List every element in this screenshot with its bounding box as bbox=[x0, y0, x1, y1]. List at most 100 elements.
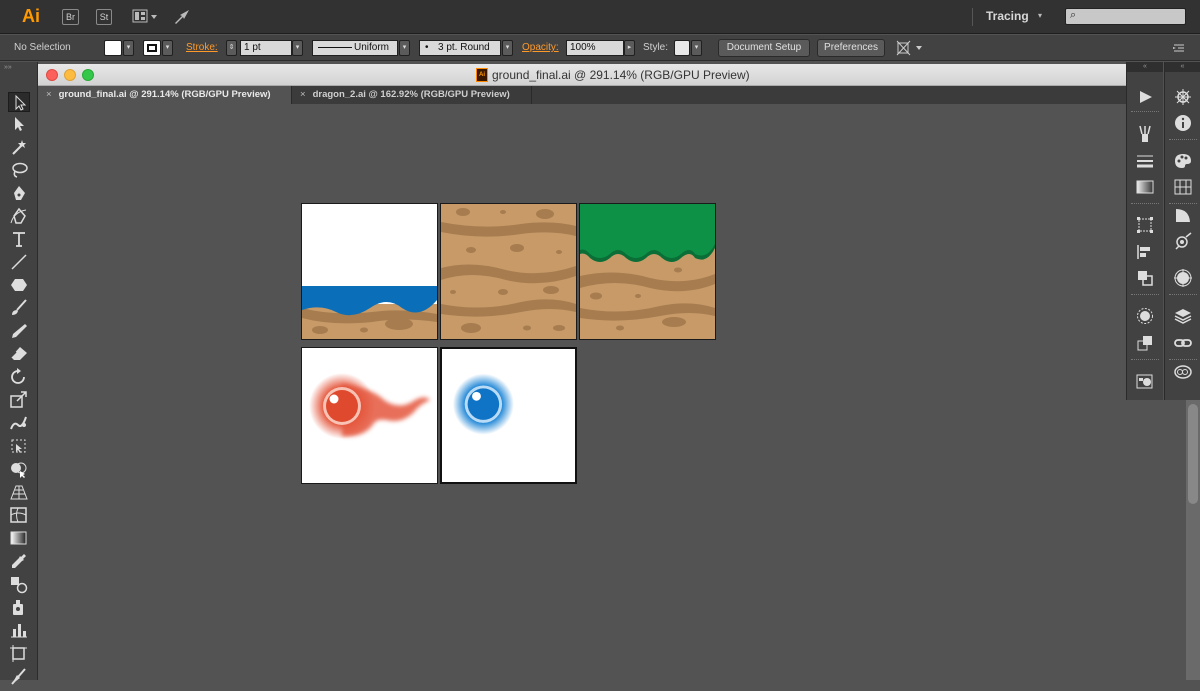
opacity-field[interactable]: 100% bbox=[566, 40, 624, 56]
bridge-button[interactable]: Br bbox=[62, 9, 79, 25]
graphic-style-swatch[interactable] bbox=[674, 40, 690, 56]
panel-menu-icon[interactable] bbox=[1172, 42, 1186, 54]
asset-export-icon[interactable] bbox=[1135, 372, 1155, 390]
dock-collapse-icon[interactable]: « bbox=[1127, 62, 1163, 72]
stroke-weight-stepper[interactable]: ⇕ bbox=[226, 40, 237, 56]
stroke-swatch-dropdown[interactable]: ▾ bbox=[162, 40, 173, 56]
brush-dropdown[interactable]: ▾ bbox=[502, 40, 513, 56]
polygon-tool-icon[interactable] bbox=[8, 275, 30, 295]
transparency-icon[interactable] bbox=[1135, 334, 1155, 352]
fill-dropdown[interactable]: ▾ bbox=[123, 40, 134, 56]
stroke-swatch[interactable] bbox=[143, 40, 161, 56]
actions-play-icon[interactable] bbox=[1135, 88, 1155, 106]
symbol-sprayer-tool-icon[interactable] bbox=[8, 597, 30, 617]
color-palette-icon[interactable] bbox=[1173, 152, 1193, 170]
brush-definition[interactable]: • 3 pt. Round bbox=[419, 40, 501, 56]
color-guide-icon[interactable] bbox=[1173, 206, 1193, 224]
gradient-panel-icon[interactable] bbox=[1135, 178, 1155, 196]
rotate-tool-icon[interactable] bbox=[8, 367, 30, 387]
close-icon[interactable]: × bbox=[300, 89, 306, 100]
align-panel-icon[interactable] bbox=[1135, 243, 1155, 261]
column-graph-tool-icon[interactable] bbox=[8, 620, 30, 640]
illustrator-logo: Ai bbox=[22, 6, 40, 26]
dirt-tile-art bbox=[441, 204, 576, 339]
creative-cloud-libraries-icon[interactable] bbox=[1173, 362, 1193, 380]
swatches-icon[interactable] bbox=[1173, 178, 1193, 196]
align-options-icon[interactable] bbox=[896, 40, 926, 56]
search-input[interactable]: ⌕ bbox=[1065, 8, 1186, 25]
window-title: ground_final.ai @ 291.14% (RGB/GPU Previ… bbox=[492, 68, 750, 82]
magic-wand-tool-icon[interactable] bbox=[8, 137, 30, 157]
lasso-tool-icon[interactable] bbox=[8, 160, 30, 180]
scroll-thumb[interactable] bbox=[1188, 404, 1198, 504]
artboard-water-tile[interactable] bbox=[301, 203, 438, 340]
gradient-tool-icon[interactable] bbox=[8, 528, 30, 548]
document-titlebar: Ai ground_final.ai @ 291.14% (RGB/GPU Pr… bbox=[38, 64, 1126, 86]
zoom-window-button[interactable] bbox=[82, 69, 94, 81]
artboard-dirt-tile[interactable] bbox=[440, 203, 577, 340]
image-trace-icon[interactable] bbox=[1173, 269, 1193, 287]
dock-collapse-icon[interactable]: « bbox=[1165, 62, 1200, 72]
artboard-fireball-sprite[interactable] bbox=[301, 347, 438, 484]
preferences-button[interactable]: Preferences bbox=[817, 39, 885, 57]
artboard-bubble-sprite[interactable] bbox=[440, 347, 577, 484]
stroke-panel-icon[interactable] bbox=[1135, 152, 1155, 170]
stroke-weight-field[interactable]: 1 pt bbox=[240, 40, 292, 56]
close-icon[interactable]: × bbox=[46, 89, 52, 100]
symbols-icon[interactable] bbox=[1173, 88, 1193, 106]
control-bar: No Selection ▾ ▾ Stroke: ⇕ 1 pt ▾ Unifor… bbox=[0, 35, 1200, 61]
arrange-documents-icon[interactable] bbox=[132, 9, 160, 25]
brushes-icon[interactable] bbox=[1135, 124, 1155, 142]
pen-tool-icon[interactable] bbox=[8, 183, 30, 203]
profile-dropdown[interactable]: ▾ bbox=[399, 40, 410, 56]
tab-ground-final[interactable]: × ground_final.ai @ 291.14% (RGB/GPU Prev… bbox=[38, 86, 292, 104]
blend-tool-icon[interactable] bbox=[8, 574, 30, 594]
close-window-button[interactable] bbox=[46, 69, 58, 81]
stroke-panel-link[interactable]: Stroke: bbox=[186, 35, 218, 61]
pathfinder-icon[interactable] bbox=[1135, 269, 1155, 287]
curvature-tool-icon[interactable] bbox=[8, 206, 30, 226]
grass-tile-art bbox=[580, 204, 715, 339]
warp-tool-icon[interactable] bbox=[8, 413, 30, 433]
search-icon: ⌕ bbox=[1070, 9, 1077, 21]
appearance-icon[interactable] bbox=[1135, 307, 1155, 325]
tab-dragon-2[interactable]: × dragon_2.ai @ 162.92% (RGB/GPU Preview) bbox=[292, 86, 532, 104]
application-bar: Ai Br St Tracing ▾ ⌕ bbox=[0, 0, 1200, 34]
links-icon[interactable] bbox=[1173, 334, 1193, 352]
perspective-grid-tool-icon[interactable] bbox=[8, 482, 30, 502]
tools-panel: » » bbox=[0, 62, 38, 685]
gpu-performance-icon[interactable] bbox=[172, 7, 192, 27]
opacity-slider-button[interactable]: ▸ bbox=[624, 40, 635, 56]
eyedropper-tool-icon[interactable] bbox=[8, 551, 30, 571]
canvas[interactable] bbox=[38, 104, 1126, 680]
stock-button[interactable]: St bbox=[96, 9, 112, 25]
layers-icon[interactable] bbox=[1173, 307, 1193, 325]
fill-swatch[interactable] bbox=[104, 40, 122, 56]
shape-builder-tool-icon[interactable] bbox=[8, 459, 30, 479]
direct-selection-tool-icon[interactable] bbox=[8, 114, 30, 134]
chevron-down-icon[interactable]: ▾ bbox=[1038, 11, 1042, 20]
slice-tool-icon[interactable] bbox=[8, 666, 30, 686]
scale-tool-icon[interactable] bbox=[8, 390, 30, 410]
type-tool-icon[interactable] bbox=[8, 229, 30, 249]
panel-collapse-icon[interactable]: » » bbox=[4, 64, 12, 71]
graphic-styles-icon[interactable] bbox=[1173, 232, 1193, 250]
mesh-tool-icon[interactable] bbox=[8, 505, 30, 525]
info-icon[interactable] bbox=[1173, 114, 1193, 132]
opacity-panel-link[interactable]: Opacity: bbox=[522, 35, 559, 61]
free-transform-tool-icon[interactable] bbox=[8, 436, 30, 456]
transform-panel-icon[interactable] bbox=[1135, 216, 1155, 234]
paintbrush-tool-icon[interactable] bbox=[8, 298, 30, 318]
artboard-tool-icon[interactable] bbox=[8, 643, 30, 663]
line-segment-tool-icon[interactable] bbox=[8, 252, 30, 272]
selection-tool-icon[interactable] bbox=[8, 92, 30, 112]
workspace-switcher[interactable]: Tracing bbox=[986, 9, 1029, 23]
pencil-tool-icon[interactable] bbox=[8, 321, 30, 341]
variable-width-profile[interactable]: Uniform bbox=[312, 40, 398, 56]
eraser-tool-icon[interactable] bbox=[8, 344, 30, 364]
document-setup-button[interactable]: Document Setup bbox=[718, 39, 810, 57]
artboard-grass-tile[interactable] bbox=[579, 203, 716, 340]
graphic-style-dropdown[interactable]: ▾ bbox=[691, 40, 702, 56]
minimize-window-button[interactable] bbox=[64, 69, 76, 81]
stroke-weight-dropdown[interactable]: ▾ bbox=[292, 40, 303, 56]
